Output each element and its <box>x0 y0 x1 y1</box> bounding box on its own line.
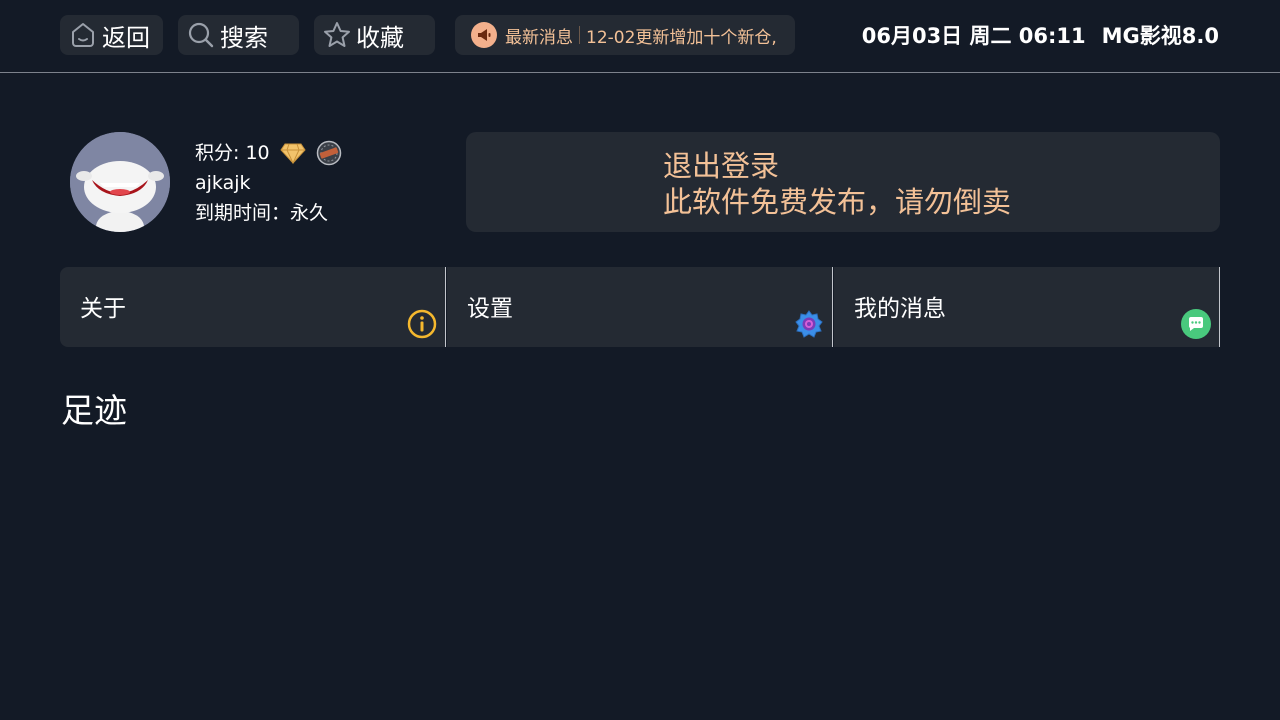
notice-text: 此软件免费发布，请勿倒卖 <box>663 185 1012 219</box>
top-bar: 返回 搜索 收藏 最新消息 12-02更新增加十个新仓, 06月03日 周二 0… <box>0 0 1280 73</box>
news-text: 12-02更新增加十个新仓, <box>586 27 777 48</box>
settings-label: 设置 <box>467 296 513 322</box>
messages-card[interactable]: 我的消息 <box>834 267 1219 347</box>
messages-label: 我的消息 <box>854 296 946 322</box>
status-area: 06月03日 周二 06:11 MG影视8.0 <box>862 20 1219 50</box>
gear-icon <box>794 309 824 339</box>
card-divider <box>445 267 446 347</box>
about-card[interactable]: 关于 <box>60 267 445 347</box>
megaphone-icon <box>471 22 497 48</box>
app-name: MG影视8.0 <box>1101 24 1219 48</box>
date-time: 06月03日 周二 06:11 <box>861 24 1086 48</box>
diamond-icon <box>279 141 306 165</box>
avatar[interactable] <box>70 132 170 232</box>
logout-notice-button[interactable]: 退出登录 此软件免费发布，请勿倒卖 <box>466 132 1220 232</box>
favorites-button[interactable]: 收藏 <box>314 15 435 55</box>
user-info: 积分: 10 ajkajk 到期时间： 永久 <box>195 138 342 228</box>
favorites-label: 收藏 <box>356 23 404 52</box>
expiry-label: 到期时间： <box>195 202 291 224</box>
username: ajkajk <box>195 172 251 194</box>
info-icon <box>407 309 437 339</box>
logout-label: 退出登录 <box>663 149 780 183</box>
history-section-title: 足迹 <box>61 391 127 430</box>
vip-badge-icon <box>316 140 342 166</box>
news-ticker[interactable]: 最新消息 12-02更新增加十个新仓, <box>455 15 795 55</box>
news-separator <box>579 26 580 44</box>
search-button[interactable]: 搜索 <box>178 15 299 55</box>
home-icon <box>68 20 98 50</box>
search-icon <box>186 20 216 50</box>
back-label: 返回 <box>102 23 150 52</box>
settings-card[interactable]: 设置 <box>447 267 832 347</box>
points-text: 积分: 10 <box>195 142 270 164</box>
card-divider <box>1219 267 1220 347</box>
back-button[interactable]: 返回 <box>60 15 163 55</box>
card-divider <box>832 267 833 347</box>
search-label: 搜索 <box>220 23 268 52</box>
star-icon <box>322 20 352 50</box>
news-label: 最新消息 <box>505 27 573 48</box>
about-label: 关于 <box>80 296 126 322</box>
chat-icon <box>1181 309 1211 339</box>
expiry-value: 永久 <box>290 202 329 224</box>
